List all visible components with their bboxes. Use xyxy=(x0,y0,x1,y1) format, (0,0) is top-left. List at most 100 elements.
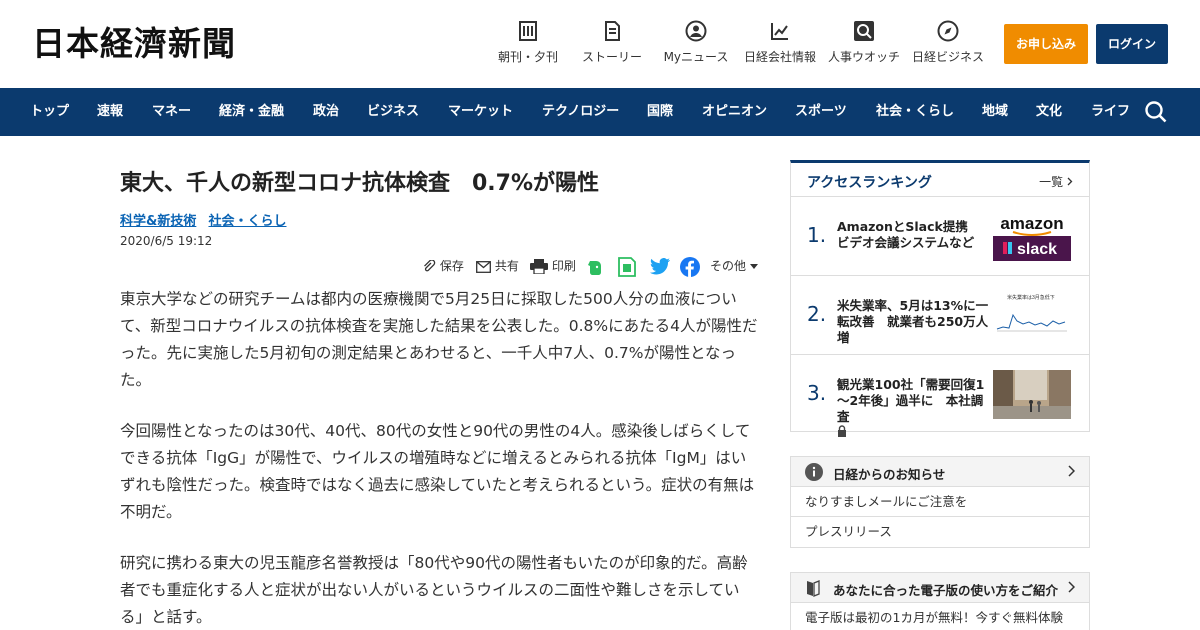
article-paragraph: 今回陽性となったのは30代、40代、80代の女性と90代の男性の4人。感染後しば… xyxy=(120,422,755,521)
article-body: 東京大学などの研究チームは都内の医療機関で5月25日に採取した500人分の血液に… xyxy=(120,286,760,630)
user-icon xyxy=(685,20,707,42)
nav-item-society[interactable]: 社会・くらし xyxy=(876,88,954,136)
article-paragraph: 研究に携わる東大の児玉龍彦名誉教授は「80代や90代の陽性者もいたのが印象的だ。… xyxy=(120,554,748,626)
ranking-header: アクセスランキング 一覧 xyxy=(791,163,1089,197)
ranking-text: AmazonとSlack提携 ビデオ会議システムなど xyxy=(837,219,981,250)
caret-down-icon xyxy=(749,264,758,269)
more-label: その他 xyxy=(710,259,747,273)
header-nav-label: Myニュース xyxy=(663,50,729,64)
thumb-amazon-text: amazon xyxy=(1000,214,1063,233)
nav-item-life[interactable]: ライフ xyxy=(1091,88,1130,136)
header-nav-label: 日経会社情報 xyxy=(743,50,816,64)
notice-title: 日経からのお知らせ xyxy=(833,467,946,482)
header-nav-label: 朝刊・夕刊 xyxy=(498,50,559,64)
digital-guide-box: あなたに合った電子版の使い方をご紹介 電子版は最初の1カ月が無料！今すぐ無料体験 xyxy=(790,572,1090,630)
bookmark-icon xyxy=(618,256,636,277)
article-tags: 科学&新技術 社会・くらし xyxy=(120,210,760,229)
print-button[interactable]: 印刷 xyxy=(530,254,576,278)
site-header: 日本経濟新聞 朝刊・夕刊 ストーリー Myニュース 日経会社情報 人事ウオッチ … xyxy=(0,0,1200,88)
tag-link[interactable]: 社会・くらし xyxy=(208,214,286,229)
article-paragraph: 東京大学などの研究チームは都内の医療機関で5月25日に採取した500人分の血液に… xyxy=(120,290,758,389)
ranking-thumbnail: 米失業率は3月急低下 xyxy=(993,291,1071,340)
notice-link[interactable]: なりすましメールにご注意を xyxy=(791,487,1089,517)
nav-item-market[interactable]: マーケット xyxy=(448,88,513,136)
sidebar: アクセスランキング 一覧 1. AmazonとSlack提携 ビデオ会議システム… xyxy=(790,160,1090,630)
bookmark-button[interactable] xyxy=(618,254,636,278)
ranking-text: 観光業100社「需要回復1～2年後」過半に 本社調査 xyxy=(837,377,989,441)
nav-item-international[interactable]: 国際 xyxy=(647,88,673,136)
newspaper-icon xyxy=(519,21,537,41)
main-nav: トップ 速報 マネー 経済・金融 政治 ビジネス マーケット テクノロジー 国際… xyxy=(0,88,1200,136)
share-label: 共有 xyxy=(494,259,519,273)
ranking-thumbnail xyxy=(993,370,1071,419)
site-logo[interactable]: 日本経濟新聞 xyxy=(32,24,236,64)
header-nav-story[interactable]: ストーリー xyxy=(580,20,644,70)
nav-item-sports[interactable]: スポーツ xyxy=(795,88,847,136)
paperclip-icon xyxy=(424,258,436,271)
header-nav-mynews[interactable]: Myニュース xyxy=(662,20,730,70)
guide-link[interactable]: 電子版は最初の1カ月が無料！今すぐ無料体験 xyxy=(791,603,1089,630)
mail-icon xyxy=(476,260,491,273)
twitter-icon xyxy=(650,258,670,275)
nav-item-business[interactable]: ビジネス xyxy=(367,88,419,136)
nav-item-technology[interactable]: テクノロジー xyxy=(542,88,619,136)
evernote-button[interactable] xyxy=(586,254,604,278)
notice-link[interactable]: プレスリリース xyxy=(791,517,1089,547)
ranking-more-label: 一覧 xyxy=(1039,175,1064,189)
share-button[interactable]: 共有 xyxy=(476,254,519,278)
evernote-icon xyxy=(588,260,601,275)
share-toolbar: 保存 共有 印刷 その他 xyxy=(422,254,762,278)
ranking-text: 米失業率、5月は13%に一転改善 就業者も250万人増 xyxy=(837,298,989,345)
header-nav-business[interactable]: 日経ビジネス xyxy=(910,20,986,70)
nav-item-top[interactable]: トップ xyxy=(30,88,69,136)
info-icon xyxy=(805,463,823,481)
header-nav-paper[interactable]: 朝刊・夕刊 xyxy=(498,20,558,70)
book-icon xyxy=(807,580,820,597)
ranking-text-label: 観光業100社「需要回復1～2年後」過半に 本社調査 xyxy=(837,377,985,424)
nav-item-region[interactable]: 地域 xyxy=(982,88,1008,136)
header-nav-company[interactable]: 日経会社情報 xyxy=(742,20,818,70)
header-nav-label: 日経ビジネス xyxy=(911,50,984,64)
nav-item-culture[interactable]: 文化 xyxy=(1036,88,1062,136)
apply-button[interactable]: お申し込み xyxy=(1004,24,1088,64)
ranking-item[interactable]: 3. 観光業100社「需要回復1～2年後」過半に 本社調査 xyxy=(791,355,1089,437)
more-share-button[interactable]: その他 xyxy=(710,254,758,278)
guide-title: あなたに合った電子版の使い方をご紹介 xyxy=(833,583,1059,598)
header-nav-label: 人事ウオッチ xyxy=(827,50,900,64)
search-person-icon xyxy=(854,21,874,41)
thumb-slack-text: slack xyxy=(1017,241,1057,258)
ranking-number: 1. xyxy=(807,223,827,247)
guide-header[interactable]: あなたに合った電子版の使い方をご紹介 xyxy=(791,573,1089,603)
header-nav-jinji[interactable]: 人事ウオッチ xyxy=(826,20,902,70)
login-button[interactable]: ログイン xyxy=(1096,24,1168,64)
header-nav-label: ストーリー xyxy=(581,50,642,64)
nav-item-opinion[interactable]: オピニオン xyxy=(702,88,767,136)
chevron-right-icon xyxy=(1067,177,1073,186)
thumb-chart-caption: 米失業率は3月急低下 xyxy=(1007,294,1055,301)
ranking-number: 3. xyxy=(807,381,827,405)
ranking-number: 2. xyxy=(807,302,827,326)
save-label: 保存 xyxy=(439,259,464,273)
twitter-button[interactable] xyxy=(650,254,670,278)
facebook-button[interactable] xyxy=(680,254,700,278)
ranking-item[interactable]: 2. 米失業率、5月は13%に一転改善 就業者も250万人増 米失業率は3月急低… xyxy=(791,276,1089,355)
chevron-right-icon xyxy=(1068,465,1075,477)
nav-item-politics[interactable]: 政治 xyxy=(313,88,339,136)
ranking-thumbnail: amazon slack xyxy=(993,212,1071,261)
ranking-item[interactable]: 1. AmazonとSlack提携 ビデオ会議システムなど amazon sla… xyxy=(791,197,1089,276)
notice-header[interactable]: 日経からのお知らせ xyxy=(791,457,1089,487)
ranking-more-link[interactable]: 一覧 xyxy=(1039,173,1073,190)
nav-item-money[interactable]: マネー xyxy=(152,88,191,136)
chevron-right-icon xyxy=(1068,581,1075,593)
facebook-icon xyxy=(680,256,700,277)
tag-link[interactable]: 科学&新技術 xyxy=(120,214,196,229)
access-ranking: アクセスランキング 一覧 1. AmazonとSlack提携 ビデオ会議システム… xyxy=(790,160,1090,437)
save-button[interactable]: 保存 xyxy=(422,254,464,278)
search-icon[interactable] xyxy=(1144,100,1168,124)
article: 東大、千人の新型コロナ抗体検査 0.7%が陽性 科学&新技術 社会・くらし 20… xyxy=(120,160,760,626)
nav-item-sokuho[interactable]: 速報 xyxy=(97,88,123,136)
lock-icon xyxy=(838,425,846,437)
nikkei-notice-box: 日経からのお知らせ なりすましメールにご注意を プレスリリース xyxy=(790,456,1090,548)
story-icon xyxy=(605,21,620,41)
nav-item-economy[interactable]: 経済・金融 xyxy=(219,88,284,136)
